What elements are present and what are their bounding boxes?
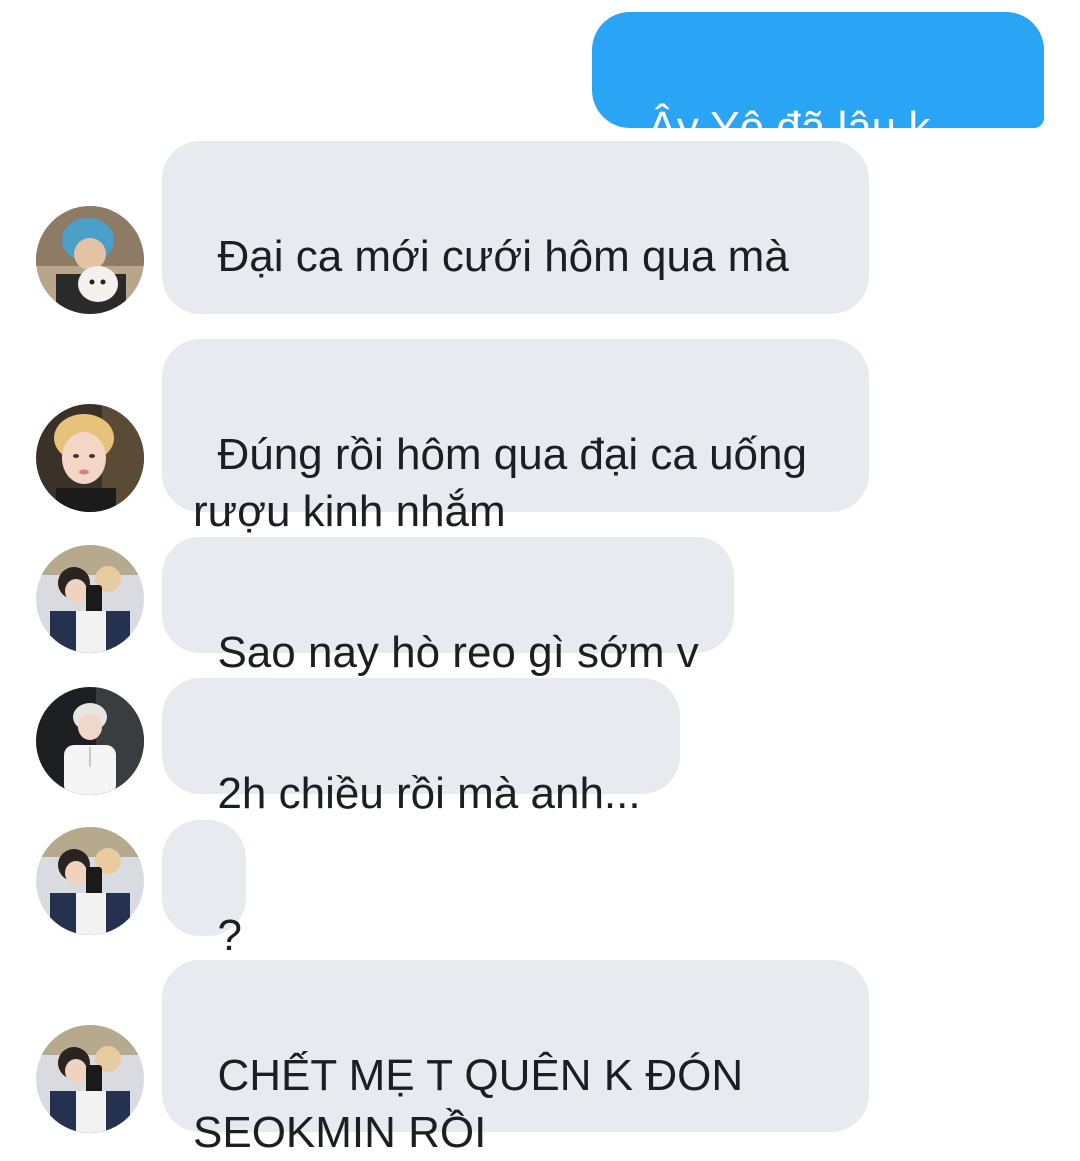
incoming-message-bubble[interactable]: Đúng rồi hôm qua đại ca uống rượu kinh n… [162, 339, 869, 536]
avatar-blue-hair-image [36, 206, 144, 314]
avatar-blonde[interactable] [36, 404, 144, 512]
message-text: ? [217, 911, 242, 960]
incoming-message-bubble[interactable]: Đại ca mới cưới hôm qua mà [162, 141, 869, 453]
message-text: CHẾT MẸ T QUÊN K ĐÓN SEOKMIN RỒI [193, 1051, 744, 1157]
avatar-white-shirt-image [36, 687, 144, 795]
message-text: Đúng rồi hôm qua đại ca uống rượu kinh n… [193, 430, 807, 536]
avatar-white-shirt[interactable] [36, 687, 144, 795]
incoming-message-bubble[interactable]: Sao nay hò reo gì sớm v [162, 537, 734, 677]
incoming-message-bubble[interactable]: CHẾT MẸ T QUÊN K ĐÓN SEOKMIN RỒI [162, 960, 869, 1157]
message-text: Đại ca mới cưới hôm qua mà [217, 232, 789, 281]
outgoing-message-bubble[interactable]: Ây Yô đã lâu k gặp [592, 12, 1044, 209]
avatar-mirror-selfie-image [36, 827, 144, 935]
avatar-mirror-selfie[interactable] [36, 1025, 144, 1133]
avatar-blue-hair[interactable] [36, 206, 144, 314]
avatar-blonde-image [36, 404, 144, 512]
incoming-message-bubble[interactable]: 2h chiều rồi mà anh... [162, 678, 680, 818]
message-text: 2h chiều rồi mà anh... [217, 769, 641, 818]
avatar-mirror-selfie-image [36, 1025, 144, 1133]
avatar-mirror-selfie[interactable] [36, 827, 144, 935]
message-text: Sao nay hò reo gì sớm v [217, 628, 699, 677]
avatar-mirror-selfie-image [36, 545, 144, 653]
avatar-mirror-selfie[interactable] [36, 545, 144, 653]
incoming-message-bubble[interactable]: ? [162, 820, 246, 960]
